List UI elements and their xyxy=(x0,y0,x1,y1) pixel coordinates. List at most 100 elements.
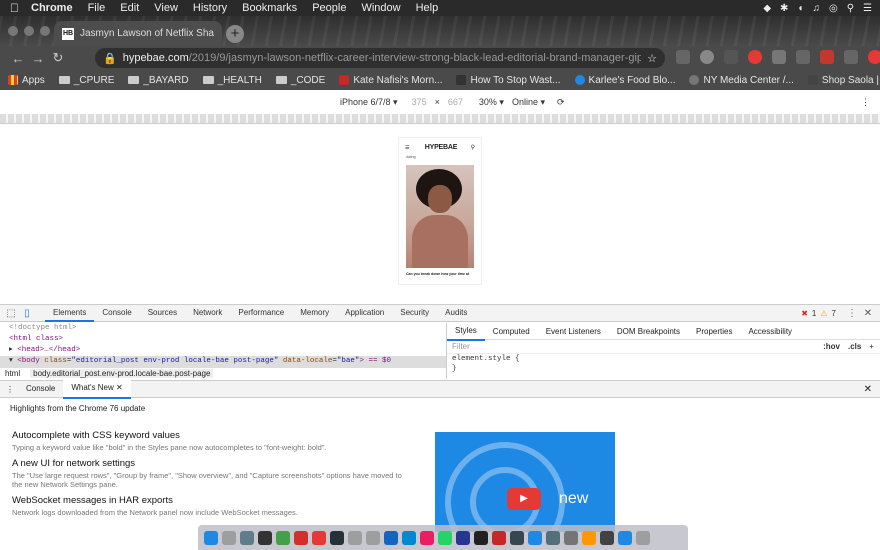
article-category[interactable]: dating xyxy=(406,155,416,159)
tab-network[interactable]: Network xyxy=(185,304,230,322)
menu-edit[interactable]: Edit xyxy=(120,2,139,14)
tab-dom-breakpoints[interactable]: DOM Breakpoints xyxy=(609,323,688,340)
profile-avatar-icon[interactable] xyxy=(868,50,880,64)
devtools-settings-icon[interactable]: ⋮ xyxy=(844,308,860,319)
extension-3-icon[interactable] xyxy=(796,50,810,64)
wifi-icon[interactable]: ◖ xyxy=(797,3,803,14)
dom-head[interactable]: ▸ <head>…</head> xyxy=(0,345,446,356)
rotate-icon[interactable]: ⟳ xyxy=(557,97,565,108)
tab-accessibility[interactable]: Accessibility xyxy=(740,323,800,340)
drawer-tab-console[interactable]: Console xyxy=(18,380,63,398)
minimize-window-icon[interactable] xyxy=(24,26,34,36)
hov-toggle[interactable]: :hov xyxy=(823,342,840,351)
dock-app-icon[interactable] xyxy=(528,530,542,545)
drawer-tab-whats-new[interactable]: What's New ✕ xyxy=(63,379,131,399)
site-search-icon[interactable]: ⚲ xyxy=(471,144,475,151)
bookmark-star-icon[interactable]: ☆ xyxy=(647,52,657,65)
extension-2-icon[interactable] xyxy=(772,50,786,64)
bookmark-ny-media[interactable]: NY Media Center /... xyxy=(689,75,794,86)
media-query-ruler[interactable] xyxy=(0,114,880,124)
new-style-rule-icon[interactable]: + xyxy=(869,342,874,351)
dock-app-icon[interactable] xyxy=(456,530,470,545)
tab-audits[interactable]: Audits xyxy=(437,304,475,322)
list-item[interactable]: WebSocket messages in HAR exports Networ… xyxy=(12,495,412,517)
tab-properties[interactable]: Properties xyxy=(688,323,740,340)
dom-body-selected[interactable]: ▾ <body class="editorial_post env-prod l… xyxy=(0,356,446,367)
apple-icon[interactable]:  xyxy=(10,1,19,15)
tab-event-listeners[interactable]: Event Listeners xyxy=(538,323,609,340)
bookmark-karlees-food[interactable]: Karlee's Food Blo... xyxy=(574,75,675,86)
dock-app-icon[interactable] xyxy=(330,530,344,545)
dom-html[interactable]: <html class> xyxy=(0,334,446,345)
address-url[interactable]: hypebae.com/2019/9/jasmyn-lawson-netflix… xyxy=(123,52,641,64)
extension-4-icon[interactable] xyxy=(820,50,834,64)
dropbox-icon[interactable]: ◆ xyxy=(763,3,771,14)
bookmark-folder-bayard[interactable]: _BAYARD xyxy=(128,75,189,86)
dock-app-icon[interactable] xyxy=(582,530,596,545)
dock-app-icon[interactable] xyxy=(546,530,560,545)
menu-people[interactable]: People xyxy=(312,2,346,14)
tab-computed[interactable]: Computed xyxy=(485,323,538,340)
tab-elements[interactable]: Elements xyxy=(45,304,95,322)
tab-memory[interactable]: Memory xyxy=(292,304,337,322)
bookmark-folder-code[interactable]: _CODE xyxy=(275,75,325,86)
dock-app-icon[interactable] xyxy=(438,530,452,545)
new-tab-icon[interactable]: + xyxy=(226,25,244,43)
close-window-icon[interactable] xyxy=(8,26,18,36)
volume-icon[interactable]: ♫ xyxy=(812,3,820,14)
tab-sources[interactable]: Sources xyxy=(140,304,185,322)
menu-icon[interactable]: ☰ xyxy=(863,3,872,14)
shield-icon[interactable] xyxy=(700,50,714,64)
extension-icon[interactable] xyxy=(724,50,738,64)
lastpass-icon[interactable] xyxy=(748,50,762,64)
tab-styles[interactable]: Styles xyxy=(447,322,485,341)
list-item[interactable]: A new UI for network settings The "Use l… xyxy=(12,458,412,489)
lock-icon[interactable]: 🔒 xyxy=(103,52,117,65)
device-toolbar-menu-icon[interactable]: ⋮ xyxy=(861,97,870,108)
device-width[interactable]: 375 xyxy=(412,97,427,107)
bookmark-shop-saola[interactable]: Shop Saola | Huck... xyxy=(807,75,880,86)
network-select[interactable]: Online ▾ xyxy=(512,97,545,108)
dock-app-icon[interactable] xyxy=(474,530,488,545)
menu-history[interactable]: History xyxy=(193,2,227,14)
device-height[interactable]: 667 xyxy=(448,97,463,107)
bookmark-folder-cpure[interactable]: _CPURE xyxy=(58,75,114,86)
breadcrumb-html[interactable]: html xyxy=(5,369,20,378)
menu-help[interactable]: Help xyxy=(416,2,439,14)
reload-icon[interactable]: ↻ xyxy=(48,50,68,66)
drawer-close-icon[interactable]: ✕ xyxy=(864,384,872,395)
dock-app-icon[interactable] xyxy=(276,530,290,545)
devtools-close-icon[interactable]: ✕ xyxy=(860,308,876,319)
extension-5-icon[interactable] xyxy=(844,50,858,64)
pocket-icon[interactable] xyxy=(676,50,690,64)
tab-security[interactable]: Security xyxy=(392,304,437,322)
menu-view[interactable]: View xyxy=(154,2,178,14)
play-video-icon[interactable]: ▶ xyxy=(507,488,541,510)
menu-file[interactable]: File xyxy=(88,2,106,14)
dock-app-icon[interactable] xyxy=(402,530,416,545)
styles-filter-input[interactable]: Filter xyxy=(452,342,470,351)
list-item[interactable]: Autocomplete with CSS keyword values Typ… xyxy=(12,430,412,452)
device-toggle-icon[interactable]: ▯ xyxy=(19,308,35,319)
dock-app-icon[interactable] xyxy=(636,530,650,545)
menu-window[interactable]: Window xyxy=(361,2,400,14)
dock-app-icon[interactable] xyxy=(510,530,524,545)
dock-app-icon[interactable] xyxy=(204,530,218,545)
device-select[interactable]: iPhone 6/7/8 ▾ xyxy=(340,97,398,108)
dock-app-icon[interactable] xyxy=(312,530,326,545)
dock-app-icon[interactable] xyxy=(420,530,434,545)
dock-app-icon[interactable] xyxy=(222,530,236,545)
tab-console[interactable]: Console xyxy=(94,304,139,322)
tab-performance[interactable]: Performance xyxy=(230,304,292,322)
close-tab-icon[interactable]: ✕ xyxy=(116,383,123,392)
zoom-window-icon[interactable] xyxy=(40,26,50,36)
dock-app-icon[interactable] xyxy=(564,530,578,545)
browser-tab[interactable]: HB Jasmyn Lawson of Netflix Sha xyxy=(54,21,222,46)
cls-toggle[interactable]: .cls xyxy=(848,342,861,351)
siri-icon[interactable]: ◎ xyxy=(829,3,838,14)
back-icon[interactable]: ← xyxy=(8,51,28,66)
dock-app-icon[interactable] xyxy=(258,530,272,545)
dock-app-icon[interactable] xyxy=(600,530,614,545)
dock-app-icon[interactable] xyxy=(384,530,398,545)
bookmark-folder-health[interactable]: _HEALTH xyxy=(202,75,262,86)
